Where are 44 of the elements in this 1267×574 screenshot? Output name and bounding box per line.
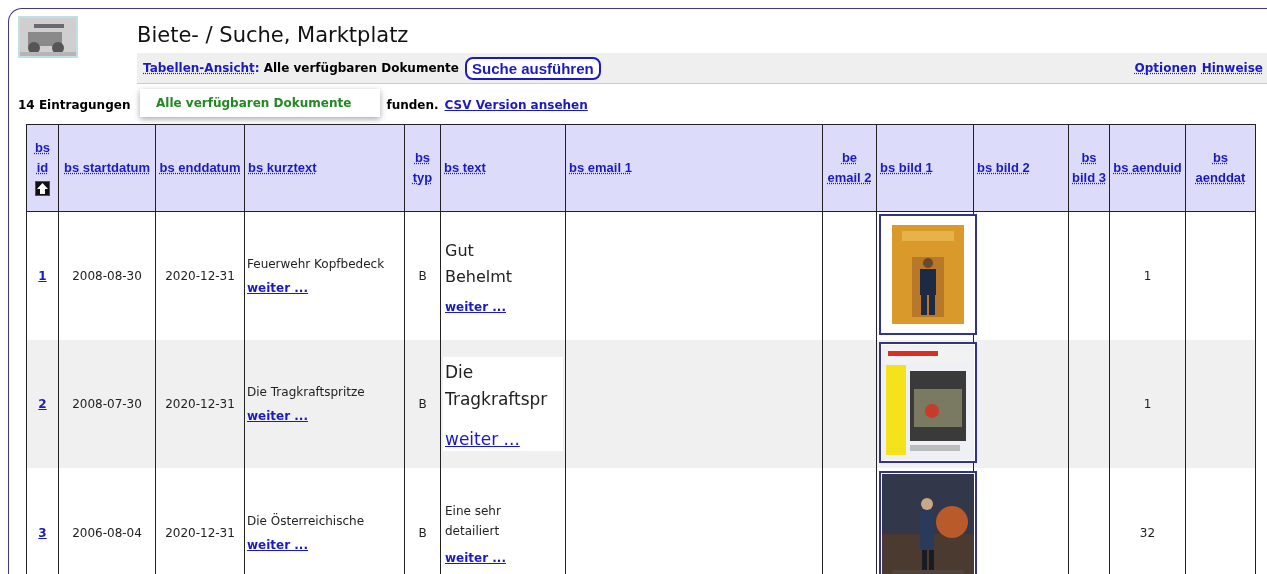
- table-cell: B: [418, 269, 427, 283]
- more-link[interactable]: weiter ...: [247, 409, 308, 423]
- table-cell: Die Österreichische: [247, 514, 365, 528]
- row-link[interactable]: 2: [38, 397, 47, 411]
- found-text: funden.: [386, 98, 439, 112]
- more-link[interactable]: weiter ...: [445, 551, 506, 566]
- table-cell: Feuerwehr Kopfbedeck: [247, 257, 385, 271]
- column-header[interactable]: bs email 1: [569, 157, 632, 179]
- menu-item[interactable]: Alle verfügbaren Dokumente: [156, 96, 352, 110]
- table-cell: Gut Behelmt: [445, 241, 513, 286]
- column-header[interactable]: bs kurztext: [248, 157, 317, 179]
- table-cell: 1: [1143, 269, 1152, 283]
- table-cell: 2008-08-30: [72, 269, 142, 283]
- count-text: 14 Eintragungen: [18, 98, 131, 112]
- search-button[interactable]: Suche ausführen: [465, 56, 601, 80]
- more-link[interactable]: weiter ...: [445, 429, 520, 450]
- table-cell: Eine sehr detailiert: [445, 503, 501, 538]
- separator: :: [254, 61, 260, 75]
- table-cell: Die Tragkraftspr: [445, 361, 548, 409]
- nav-link[interactable]: Optionen: [1134, 61, 1197, 75]
- table-cell: B: [418, 397, 427, 411]
- table-cell: 2020-12-31: [165, 526, 235, 540]
- column-header[interactable]: bs bild 2: [977, 157, 1030, 179]
- more-link[interactable]: weiter ...: [445, 299, 506, 314]
- table-cell: 2020-12-31: [165, 397, 235, 411]
- table-cell: 2008-07-30: [72, 397, 142, 411]
- row-link[interactable]: 3: [38, 526, 47, 540]
- view-value: Alle verfügbaren Dokumente: [263, 61, 459, 75]
- row-link[interactable]: 1: [38, 269, 47, 283]
- table-cell: 32: [1139, 526, 1156, 540]
- column-header[interactable]: bs text: [444, 157, 486, 179]
- sort-up-icon[interactable]: [35, 181, 50, 197]
- table-cell: B: [418, 526, 427, 540]
- view-link[interactable]: Tabellen-Ansicht: [143, 61, 255, 75]
- table-cell: 2020-12-31: [165, 269, 235, 283]
- more-link[interactable]: weiter ...: [247, 281, 308, 295]
- more-link[interactable]: weiter ...: [247, 538, 308, 552]
- table-cell: Die Tragkraftspritze: [247, 385, 365, 399]
- csv-link[interactable]: CSV Version ansehen: [444, 98, 588, 112]
- page-title: Biete- / Suche, Marktplatz: [137, 23, 410, 47]
- nav-link[interactable]: Hinweise: [1201, 61, 1263, 75]
- table-cell: 2006-08-04: [72, 526, 142, 540]
- column-header[interactable]: bs bild 1: [880, 157, 933, 179]
- table-cell: 1: [1143, 397, 1152, 411]
